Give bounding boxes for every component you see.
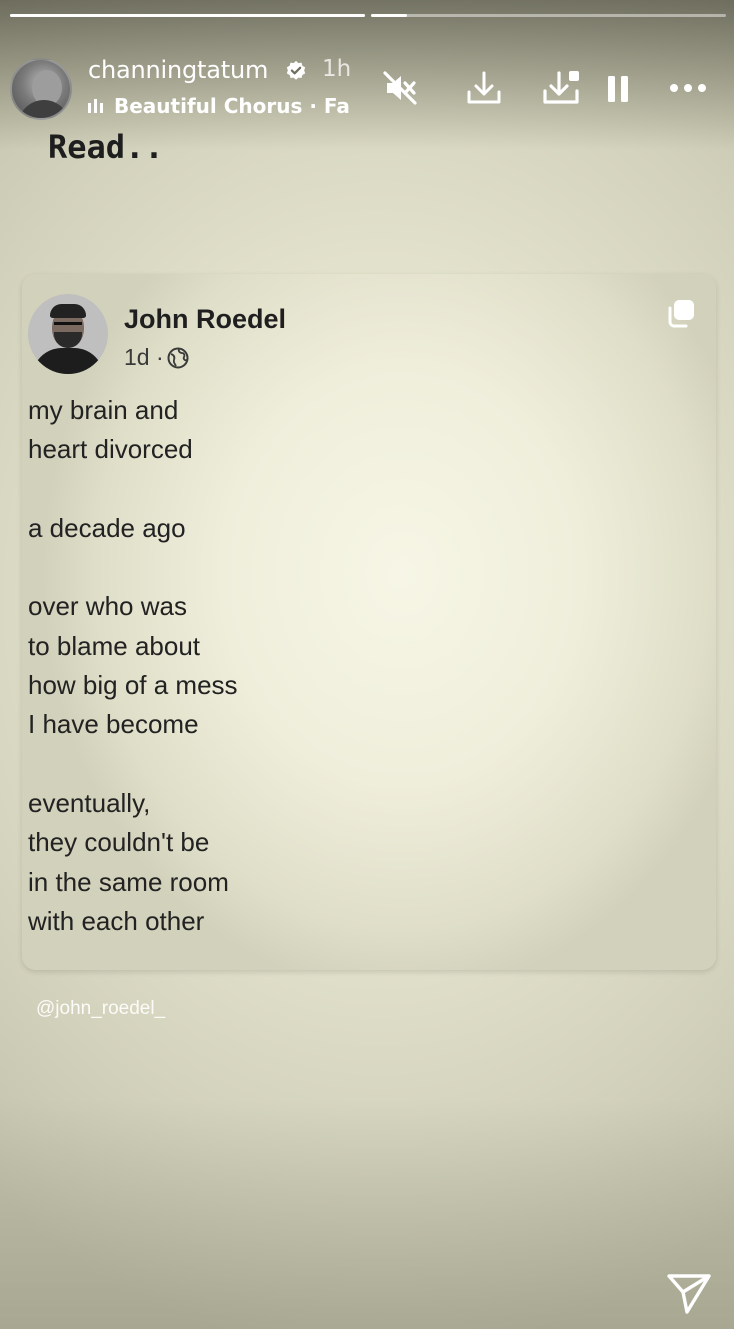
username[interactable]: channingtatum bbox=[88, 56, 268, 84]
more-button[interactable] bbox=[666, 66, 710, 110]
post-meta: 1d · bbox=[124, 344, 190, 371]
send-icon[interactable] bbox=[664, 1268, 714, 1318]
more-icon bbox=[670, 84, 706, 92]
download-button[interactable] bbox=[462, 66, 506, 110]
user-avatar[interactable] bbox=[10, 58, 72, 120]
post-line: heart divorced bbox=[28, 434, 193, 465]
post-line: over who was bbox=[28, 591, 187, 622]
post-body: my brain and heart divorced a decade ago… bbox=[28, 391, 628, 941]
copy-icon bbox=[668, 300, 694, 328]
post-line: they couldn't be bbox=[28, 827, 210, 858]
story-progress-1 bbox=[10, 14, 365, 17]
time-ago: 1h bbox=[322, 56, 352, 82]
save-button[interactable] bbox=[540, 66, 584, 110]
pause-icon bbox=[608, 76, 628, 102]
mute-button[interactable] bbox=[378, 66, 422, 110]
music-bars-icon bbox=[88, 98, 106, 113]
music-title: Beautiful Chorus · Fa bbox=[114, 94, 350, 118]
post-line-gap bbox=[28, 470, 628, 509]
shared-post-card[interactable]: John Roedel 1d · my brain and heart divo… bbox=[22, 274, 716, 970]
story-progress-2-fill bbox=[371, 14, 407, 17]
globe-icon bbox=[167, 347, 189, 368]
speaker-muted-icon bbox=[383, 71, 417, 105]
post-line: I have become bbox=[28, 709, 199, 740]
download-icon bbox=[467, 71, 501, 104]
post-line: my brain and bbox=[28, 395, 179, 425]
pause-button[interactable] bbox=[596, 66, 640, 110]
story-caption: Read.. bbox=[48, 128, 164, 166]
post-line: a decade ago bbox=[28, 512, 186, 543]
verified-badge-icon bbox=[286, 60, 306, 80]
save-to-collection-icon bbox=[543, 71, 579, 104]
post-author-avatar bbox=[28, 294, 108, 374]
post-line: in the same room bbox=[28, 866, 229, 897]
mention-sticker[interactable]: @john_roedel_ bbox=[36, 998, 165, 1020]
bottom-gradient bbox=[0, 1100, 734, 1329]
post-author-name: John Roedel bbox=[124, 304, 287, 334]
post-line: with each other bbox=[28, 905, 205, 936]
post-time: 1d · bbox=[124, 344, 164, 370]
story-progress-2 bbox=[371, 14, 726, 17]
post-line: eventually, bbox=[28, 787, 151, 818]
post-line: how big of a mess bbox=[28, 670, 238, 701]
story-progress-1-fill bbox=[10, 14, 365, 17]
music-label[interactable]: Beautiful Chorus · Fa bbox=[88, 94, 354, 124]
post-line-gap bbox=[28, 548, 628, 587]
post-line-gap bbox=[28, 745, 628, 784]
post-line: to blame about bbox=[28, 630, 201, 661]
